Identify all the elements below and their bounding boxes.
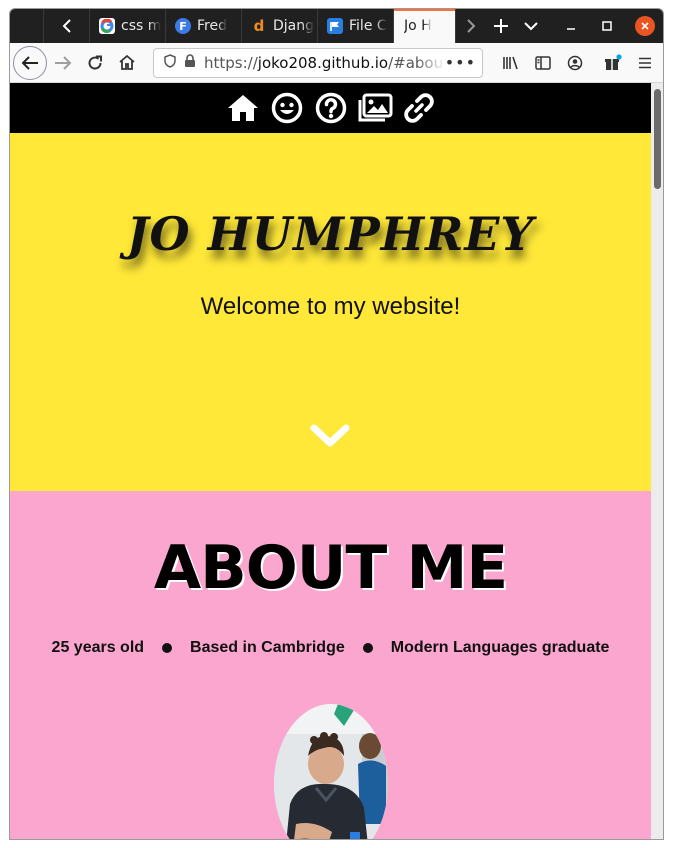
- tab-label: Djang: [273, 18, 315, 34]
- home-icon: [119, 54, 135, 70]
- url-path: /#about-: [388, 53, 445, 72]
- minimize-icon: [567, 28, 575, 30]
- arrow-right-icon: [55, 55, 72, 70]
- tracking-shield-icon[interactable]: [160, 53, 180, 72]
- hamburger-icon: [639, 57, 651, 68]
- tab-google-search[interactable]: css m: [90, 9, 166, 43]
- forward-button[interactable]: [47, 47, 79, 79]
- reload-icon: [88, 55, 102, 70]
- menu-button[interactable]: [629, 47, 661, 79]
- bullet-dot: [162, 643, 173, 653]
- sidebar-button[interactable]: [527, 47, 559, 79]
- lock-icon[interactable]: [180, 53, 200, 72]
- tab-django[interactable]: d Djang: [242, 9, 318, 43]
- site-owner-name: JO HUMPHREY: [126, 207, 535, 261]
- welcome-text: Welcome to my website!: [200, 293, 461, 320]
- sidebar-icon: [535, 55, 551, 70]
- chevron-right-icon: [467, 19, 476, 33]
- question-icon[interactable]: [312, 89, 350, 127]
- home-icon[interactable]: [224, 89, 262, 127]
- tab-jo-humphrey[interactable]: Jo H: [394, 9, 456, 43]
- library-button[interactable]: [495, 47, 527, 79]
- new-tab-button[interactable]: [486, 9, 516, 43]
- profile-photo: [274, 704, 388, 839]
- reload-button[interactable]: [79, 47, 111, 79]
- smile-icon[interactable]: [268, 89, 306, 127]
- chevron-left-icon: [62, 19, 71, 33]
- tab-file[interactable]: File C: [318, 9, 394, 43]
- tab-strip-spacer: [546, 9, 553, 43]
- maximize-button[interactable]: [589, 9, 625, 43]
- tab-fred[interactable]: F Fred: [166, 9, 242, 43]
- google-icon: [99, 18, 115, 34]
- fact-location: Based in Cambridge: [190, 639, 345, 656]
- f-favicon-icon: F: [175, 18, 191, 34]
- page-viewport[interactable]: JO HUMPHREY Welcome to my website! ABOUT…: [10, 83, 651, 839]
- arrow-left-icon: [21, 55, 38, 70]
- scroll-tabs-right-button[interactable]: [456, 9, 486, 43]
- tab-label: Jo H: [404, 18, 432, 34]
- tab-label: Fred: [197, 18, 227, 34]
- site-nav: [10, 83, 651, 133]
- maximize-icon: [602, 21, 612, 31]
- scrollbar-thumb[interactable]: [654, 89, 661, 189]
- list-all-tabs-button[interactable]: [516, 9, 546, 43]
- django-favicon-icon: d: [253, 17, 265, 35]
- minimize-button[interactable]: [553, 9, 589, 43]
- tab-label: css m: [121, 18, 162, 34]
- chevron-down-icon: [524, 22, 538, 31]
- extensions-button[interactable]: [597, 47, 629, 79]
- close-icon: [635, 16, 655, 36]
- url-bar[interactable]: https://joko208.github.io/#about- •••: [153, 47, 483, 78]
- home-button[interactable]: [111, 47, 143, 79]
- scroll-down-chevron-icon[interactable]: [309, 423, 351, 455]
- bullet-dot: [362, 643, 373, 653]
- scroll-tabs-left-button[interactable]: [44, 9, 90, 43]
- tab-strip: css m F Fred d Djang File C Jo H: [10, 9, 663, 43]
- navigation-toolbar: https://joko208.github.io/#about- •••: [10, 43, 663, 83]
- about-title: ABOUT ME: [153, 533, 508, 603]
- account-button[interactable]: [559, 47, 591, 79]
- account-icon: [567, 55, 583, 70]
- hero-section: JO HUMPHREY Welcome to my website!: [10, 133, 651, 491]
- back-button[interactable]: [13, 45, 47, 80]
- flag-icon: [327, 18, 343, 34]
- page-actions-button[interactable]: •••: [445, 53, 476, 72]
- gift-icon: [605, 53, 622, 70]
- tab-menu-button[interactable]: [10, 9, 44, 43]
- about-section: ABOUT ME 25 years old Based in Cambridge…: [10, 491, 651, 839]
- url-scheme: https://: [204, 53, 258, 72]
- facts-list: 25 years old Based in Cambridge Modern L…: [10, 639, 651, 657]
- url-text[interactable]: https://joko208.github.io/#about-: [204, 54, 445, 72]
- link-icon[interactable]: [400, 89, 438, 127]
- page-scrollbar[interactable]: [651, 83, 663, 839]
- tab-label: File C: [349, 18, 387, 34]
- library-icon: [503, 56, 518, 69]
- url-host: joko208.github.io: [257, 53, 389, 72]
- fact-age: 25 years old: [51, 639, 145, 656]
- close-window-button[interactable]: [625, 9, 663, 43]
- plus-icon: [494, 19, 508, 33]
- fact-education: Modern Languages graduate: [390, 639, 610, 656]
- images-icon[interactable]: [356, 89, 394, 127]
- toolbar-right: [495, 47, 663, 79]
- browser-window: css m F Fred d Djang File C Jo H https:/…: [9, 8, 664, 840]
